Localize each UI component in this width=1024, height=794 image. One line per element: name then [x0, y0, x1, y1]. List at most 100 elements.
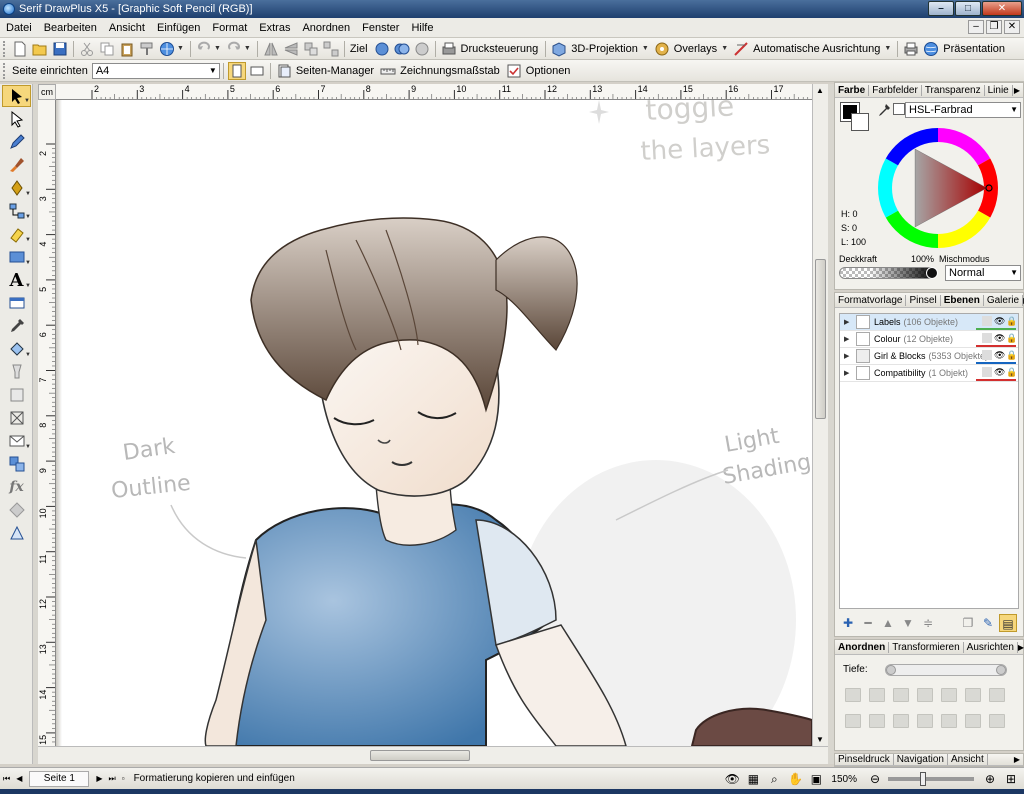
lock-icon[interactable]: 🔒 [1006, 333, 1017, 343]
zeichnungsmassstab-button[interactable]: Zeichnungsmaßstab [400, 65, 500, 77]
group-icon[interactable] [302, 40, 320, 58]
fill-color-swatch[interactable] [851, 113, 869, 131]
pan-hand-icon[interactable]: ✋ [786, 771, 804, 787]
toolbar-grip[interactable] [3, 40, 7, 57]
print-control-icon[interactable] [440, 40, 458, 58]
back-one-icon[interactable] [917, 688, 933, 702]
optionen-button[interactable]: Optionen [526, 65, 571, 77]
layer-row-compatibility[interactable]: ▶ Compatibility (1 Objekt) 👁 🔒 [840, 365, 1018, 382]
layer-row-labels[interactable]: ▶ Labels (106 Objekte) 👁 🔒 [840, 314, 1018, 331]
tab-ansicht[interactable]: Ansicht [948, 754, 988, 765]
portrait-orientation-icon[interactable] [227, 61, 246, 80]
layer-lock-box-icon[interactable] [982, 350, 992, 360]
add-layer-icon[interactable]: ✚ [839, 614, 857, 632]
minimize-button[interactable]: – [928, 1, 954, 16]
intersect-icon[interactable] [917, 714, 933, 728]
depth-slider[interactable] [885, 664, 1007, 676]
crop-tool[interactable] [2, 407, 31, 429]
visibility-eye-icon[interactable]: 👁 [994, 316, 1005, 326]
lock-icon[interactable]: 🔒 [1006, 350, 1017, 360]
opacity-slider[interactable] [839, 267, 938, 279]
zoom-fit-icon[interactable]: ▣ [807, 771, 825, 787]
menu-bearbeiten[interactable]: Bearbeiten [38, 22, 103, 34]
expand-arrow-icon[interactable]: ▶ [844, 335, 854, 343]
zoom-level[interactable]: 150% [831, 774, 857, 785]
envelope-tool[interactable] [2, 384, 31, 406]
seiten-manager-button[interactable]: Seiten-Manager [296, 65, 374, 77]
layer-row-colour[interactable]: ▶ Colour (12 Objekte) 👁 🔒 [840, 331, 1018, 348]
bevel-tool[interactable] [2, 522, 31, 544]
layer-row-girl-blocks[interactable]: ▶ Girl & Blocks (5353 Objekte) 👁 🔒 [840, 348, 1018, 365]
lock-icon[interactable]: 🔒 [1006, 367, 1017, 377]
mirror-icon[interactable] [989, 688, 1005, 702]
save-icon[interactable] [51, 40, 69, 58]
zoom-out-icon[interactable]: ⊖ [866, 771, 884, 787]
overlays-button[interactable]: Overlays [674, 43, 717, 55]
menu-ansicht[interactable]: Ansicht [103, 22, 151, 34]
move-layer-down-icon[interactable]: ▼ [899, 614, 917, 632]
rotate-icon[interactable] [965, 688, 981, 702]
visibility-eye-icon[interactable]: 👁 [994, 333, 1005, 343]
table-tool[interactable] [2, 292, 31, 314]
depth-slider-min-knob[interactable] [886, 665, 896, 675]
new-document-icon[interactable] [11, 40, 29, 58]
toolbar-grip[interactable] [3, 62, 7, 79]
menu-anordnen[interactable]: Anordnen [296, 22, 356, 34]
brush-tool[interactable] [2, 154, 31, 176]
doc-close-button[interactable]: ✕ [1004, 20, 1020, 34]
layer-copy-icon[interactable]: ❐ [959, 614, 977, 632]
layer-properties-icon[interactable]: ✎ [979, 614, 997, 632]
doc-minimize-button[interactable]: – [968, 20, 984, 34]
doc-restore-button[interactable]: ❐ [986, 20, 1002, 34]
3d-projektion-button[interactable]: 3D-Projektion [571, 43, 638, 55]
panel-more-icon[interactable]: ▶ [1018, 643, 1024, 652]
target-shape-1-icon[interactable] [373, 40, 391, 58]
expand-arrow-icon[interactable]: ▶ [844, 352, 854, 360]
panel-more-icon[interactable]: ▶ [1014, 755, 1020, 764]
group-objects-icon[interactable] [845, 714, 861, 728]
blend-tool[interactable] [2, 453, 31, 475]
presentation-globe-icon[interactable] [922, 40, 940, 58]
vertical-scroll-thumb[interactable] [815, 259, 826, 419]
drawing-canvas[interactable]: toggle the layers Dark Outline Light Sha… [56, 100, 812, 746]
panel-more-icon[interactable]: ▶ [1014, 86, 1020, 95]
effects-tool[interactable]: fx [2, 476, 31, 498]
ungroup-icon[interactable] [322, 40, 340, 58]
options-icon[interactable] [505, 62, 523, 80]
layer-lock-box-icon[interactable] [982, 316, 992, 326]
scroll-up-arrow-icon[interactable]: ▲ [816, 86, 824, 95]
tab-anordnen[interactable]: Anordnen [835, 641, 890, 653]
menu-extras[interactable]: Extras [253, 22, 296, 34]
landscape-orientation-icon[interactable] [248, 62, 266, 80]
flip-vertical-icon[interactable] [282, 40, 300, 58]
scroll-down-arrow-icon[interactable]: ▼ [816, 735, 824, 744]
blend-mode-select[interactable]: Normal ▼ [945, 265, 1021, 281]
fill-line-swatches[interactable] [840, 102, 871, 133]
flip-horizontal-icon[interactable] [262, 40, 280, 58]
page-format-select[interactable]: A4 ▼ [91, 62, 220, 79]
text-tool[interactable]: A ▼ [2, 269, 31, 291]
maximize-button[interactable]: □ [955, 1, 981, 16]
shadow-tool[interactable] [2, 499, 31, 521]
tab-pinsel[interactable]: Pinsel [906, 294, 941, 306]
pen-tool[interactable]: ▼ [2, 177, 31, 199]
copy-icon[interactable] [98, 40, 116, 58]
menu-hilfe[interactable]: Hilfe [405, 22, 439, 34]
layer-lock-box-icon[interactable] [982, 367, 992, 377]
zoom-slider-knob[interactable] [920, 772, 926, 786]
hsl-color-wheel[interactable] [877, 127, 999, 249]
zoom-in-icon[interactable]: ⊕ [981, 771, 999, 787]
paste-icon[interactable] [118, 40, 136, 58]
expand-arrow-icon[interactable]: ▶ [844, 318, 854, 326]
horizontal-scroll-thumb[interactable] [370, 750, 470, 761]
fill-tool[interactable]: ▼ [2, 338, 31, 360]
view-mode-icon[interactable]: ▦ [744, 771, 762, 787]
connector-tool[interactable]: ▼ [2, 200, 31, 222]
print-icon[interactable] [902, 40, 920, 58]
join-icon[interactable] [893, 714, 909, 728]
color-model-select[interactable]: HSL-Farbrad ▼ [905, 102, 1021, 118]
page-indicator[interactable]: Seite 1 [29, 770, 90, 787]
menu-format[interactable]: Format [206, 22, 253, 34]
forward-one-icon[interactable] [893, 688, 909, 702]
target-shape-2-icon[interactable] [393, 40, 411, 58]
